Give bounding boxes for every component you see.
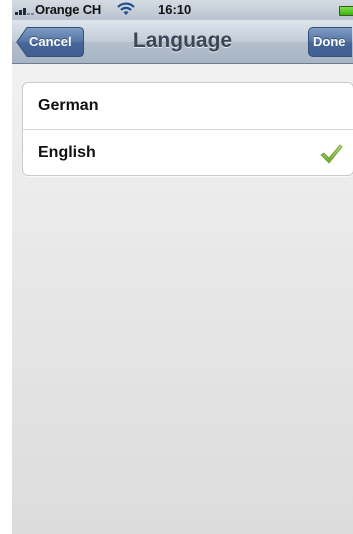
done-button[interactable]: Done [308,27,352,57]
language-label: English [38,144,96,161]
wifi-icon [117,2,135,15]
navigation-bar: Cancel Language Done [12,20,353,64]
checkmark-icon [320,144,343,164]
language-list: German English [22,82,353,176]
clock-label: 16:10 [158,2,192,17]
language-row-german[interactable]: German [23,83,353,129]
screen: Orange CH 16:10 Cancel Language Done Ger… [12,0,353,534]
cancel-label: Cancel [29,34,72,49]
signal-icon [15,6,35,15]
language-row-english[interactable]: English [23,129,353,175]
carrier-label: Orange CH [35,2,102,17]
status-bar: Orange CH 16:10 [12,0,353,20]
language-label: German [38,97,99,114]
battery-icon [339,6,353,16]
cancel-button[interactable]: Cancel [16,27,84,57]
